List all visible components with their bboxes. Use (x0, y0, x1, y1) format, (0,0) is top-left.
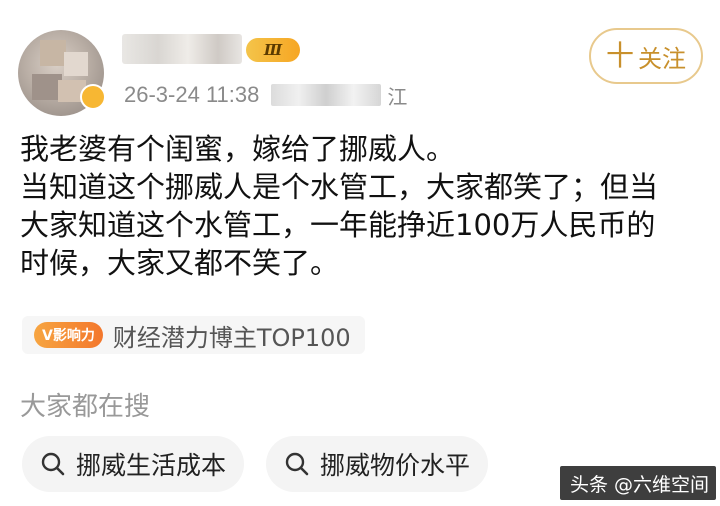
avatar-mosaic (40, 40, 66, 66)
post-timestamp: 26-3-24 11:38 (124, 82, 260, 107)
search-suggestion-label: 挪威生活成本 (76, 451, 227, 480)
follow-button[interactable]: 十 关注 (589, 28, 703, 84)
avatar-mosaic (64, 52, 88, 76)
influence-tag[interactable]: V影响力 财经潜力博主TOP100 (22, 316, 365, 354)
post-header: Ⅲ 26-3-24 11:38 江 十 关注 (0, 0, 720, 120)
search-icon (41, 452, 65, 476)
search-icon (285, 452, 309, 476)
verified-badge-icon (80, 84, 106, 110)
search-suggestion-label: 挪威物价水平 (320, 451, 471, 480)
plus-icon: 十 (605, 39, 634, 72)
search-heading: 大家都在搜 (20, 392, 151, 422)
level-badge-icon: Ⅲ (246, 38, 300, 62)
influence-text: 财经潜力博主TOP100 (112, 323, 351, 352)
post-line: 当知道这个挪威人是个水管工，大家都笑了；但当 (20, 170, 659, 204)
watermark: 头条 @六维空间 (560, 466, 716, 500)
username-blurred[interactable] (122, 34, 242, 64)
post-meta: 26-3-24 11:38 江 (124, 82, 408, 109)
post-body: 我老婆有个闺蜜，嫁给了挪威人。 当知道这个挪威人是个水管工，大家都笑了；但当 大… (20, 130, 700, 282)
post-line: 大家知道这个水管工，一年能挣近100万人民币的 (20, 208, 656, 242)
meta-blurred (271, 84, 382, 106)
post-line: 我老婆有个闺蜜，嫁给了挪威人。 (20, 132, 456, 166)
follow-label: 关注 (638, 44, 686, 73)
search-suggestion[interactable]: 挪威生活成本 (22, 436, 244, 492)
post-line: 时候，大家又都不笑了。 (20, 246, 340, 280)
influence-badge: V影响力 (34, 322, 103, 348)
search-suggestion[interactable]: 挪威物价水平 (266, 436, 488, 492)
location-tail: 江 (387, 84, 408, 109)
